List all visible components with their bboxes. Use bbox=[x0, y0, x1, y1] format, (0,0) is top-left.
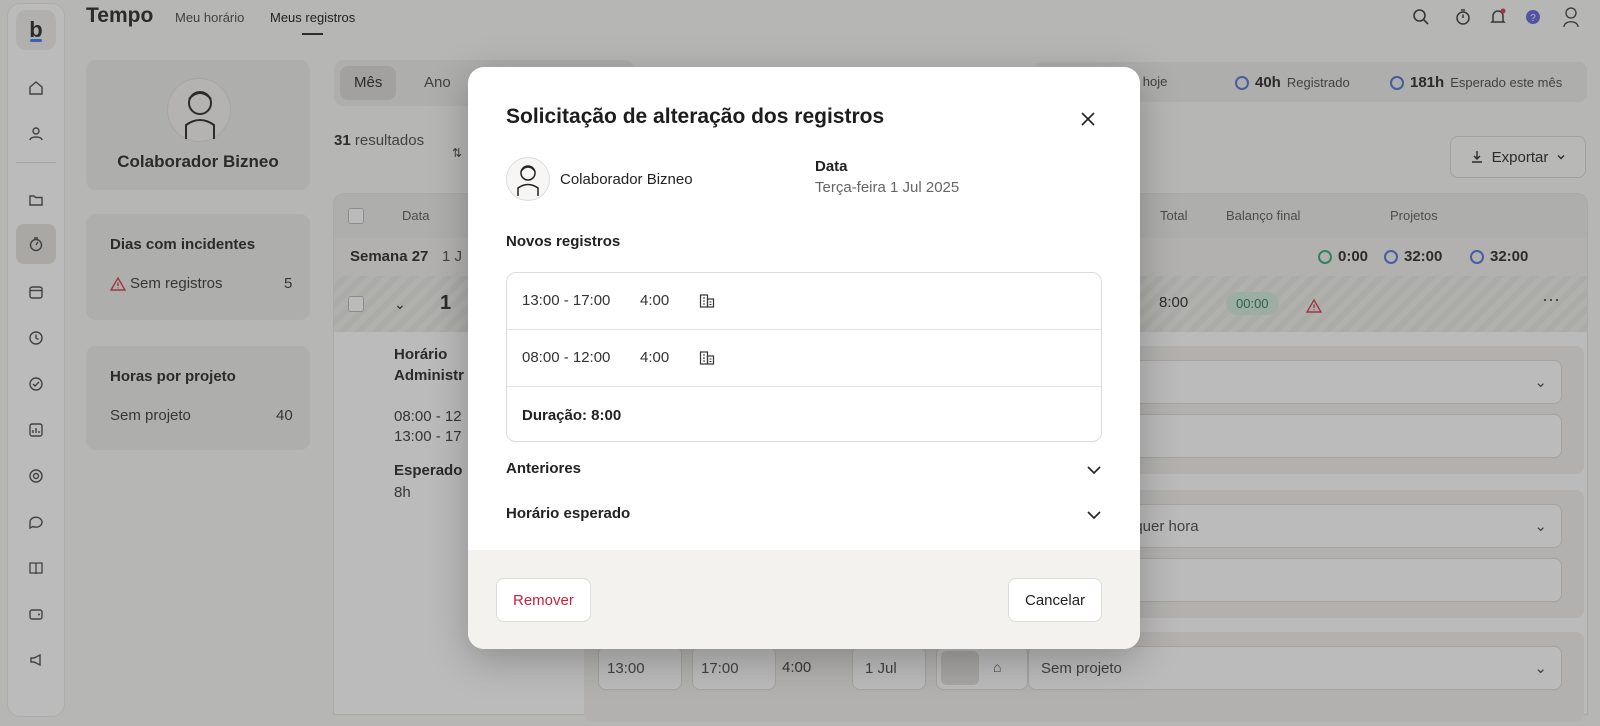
date-label: Data bbox=[815, 158, 848, 175]
new-records-list: 13:00 - 17:00 4:00 08:00 - 12:00 4:00 Du… bbox=[506, 272, 1102, 442]
building-icon bbox=[699, 350, 715, 370]
list-item: 08:00 - 12:00 4:00 bbox=[507, 330, 1101, 387]
close-icon bbox=[1081, 112, 1095, 126]
modal-footer: Remover Cancelar bbox=[468, 550, 1140, 649]
close-button[interactable] bbox=[1074, 105, 1102, 133]
entry-duration: 4:00 bbox=[640, 349, 670, 366]
chevron-down-icon bbox=[1087, 466, 1101, 475]
new-records-title: Novos registros bbox=[506, 233, 621, 250]
remove-button[interactable]: Remover bbox=[496, 578, 591, 622]
expected-schedule-toggle[interactable]: Horário esperado bbox=[506, 505, 1102, 529]
previous-records-toggle[interactable]: Anteriores bbox=[506, 460, 1102, 484]
date-value: Terça-feira 1 Jul 2025 bbox=[815, 179, 960, 196]
date-block: Data Terça-feira 1 Jul 2025 bbox=[815, 158, 959, 196]
entry-range: 13:00 - 17:00 bbox=[522, 292, 611, 309]
chevron-down-icon bbox=[1087, 511, 1101, 520]
person-name: Colaborador Bizneo bbox=[560, 170, 693, 188]
total-duration: Duração: 8:00 bbox=[522, 407, 622, 424]
cancel-button[interactable]: Cancelar bbox=[1008, 578, 1103, 622]
entry-range: 08:00 - 12:00 bbox=[522, 349, 611, 366]
entry-duration: 4:00 bbox=[640, 292, 670, 309]
list-item: 13:00 - 17:00 4:00 bbox=[507, 273, 1101, 330]
modal-title: Solicitação de alteração dos registros bbox=[506, 105, 885, 128]
change-request-modal: Solicitação de alteração dos registros C… bbox=[468, 67, 1140, 649]
avatar bbox=[506, 157, 550, 201]
modal-person: Colaborador Bizneo bbox=[506, 157, 693, 201]
building-icon bbox=[699, 293, 715, 313]
